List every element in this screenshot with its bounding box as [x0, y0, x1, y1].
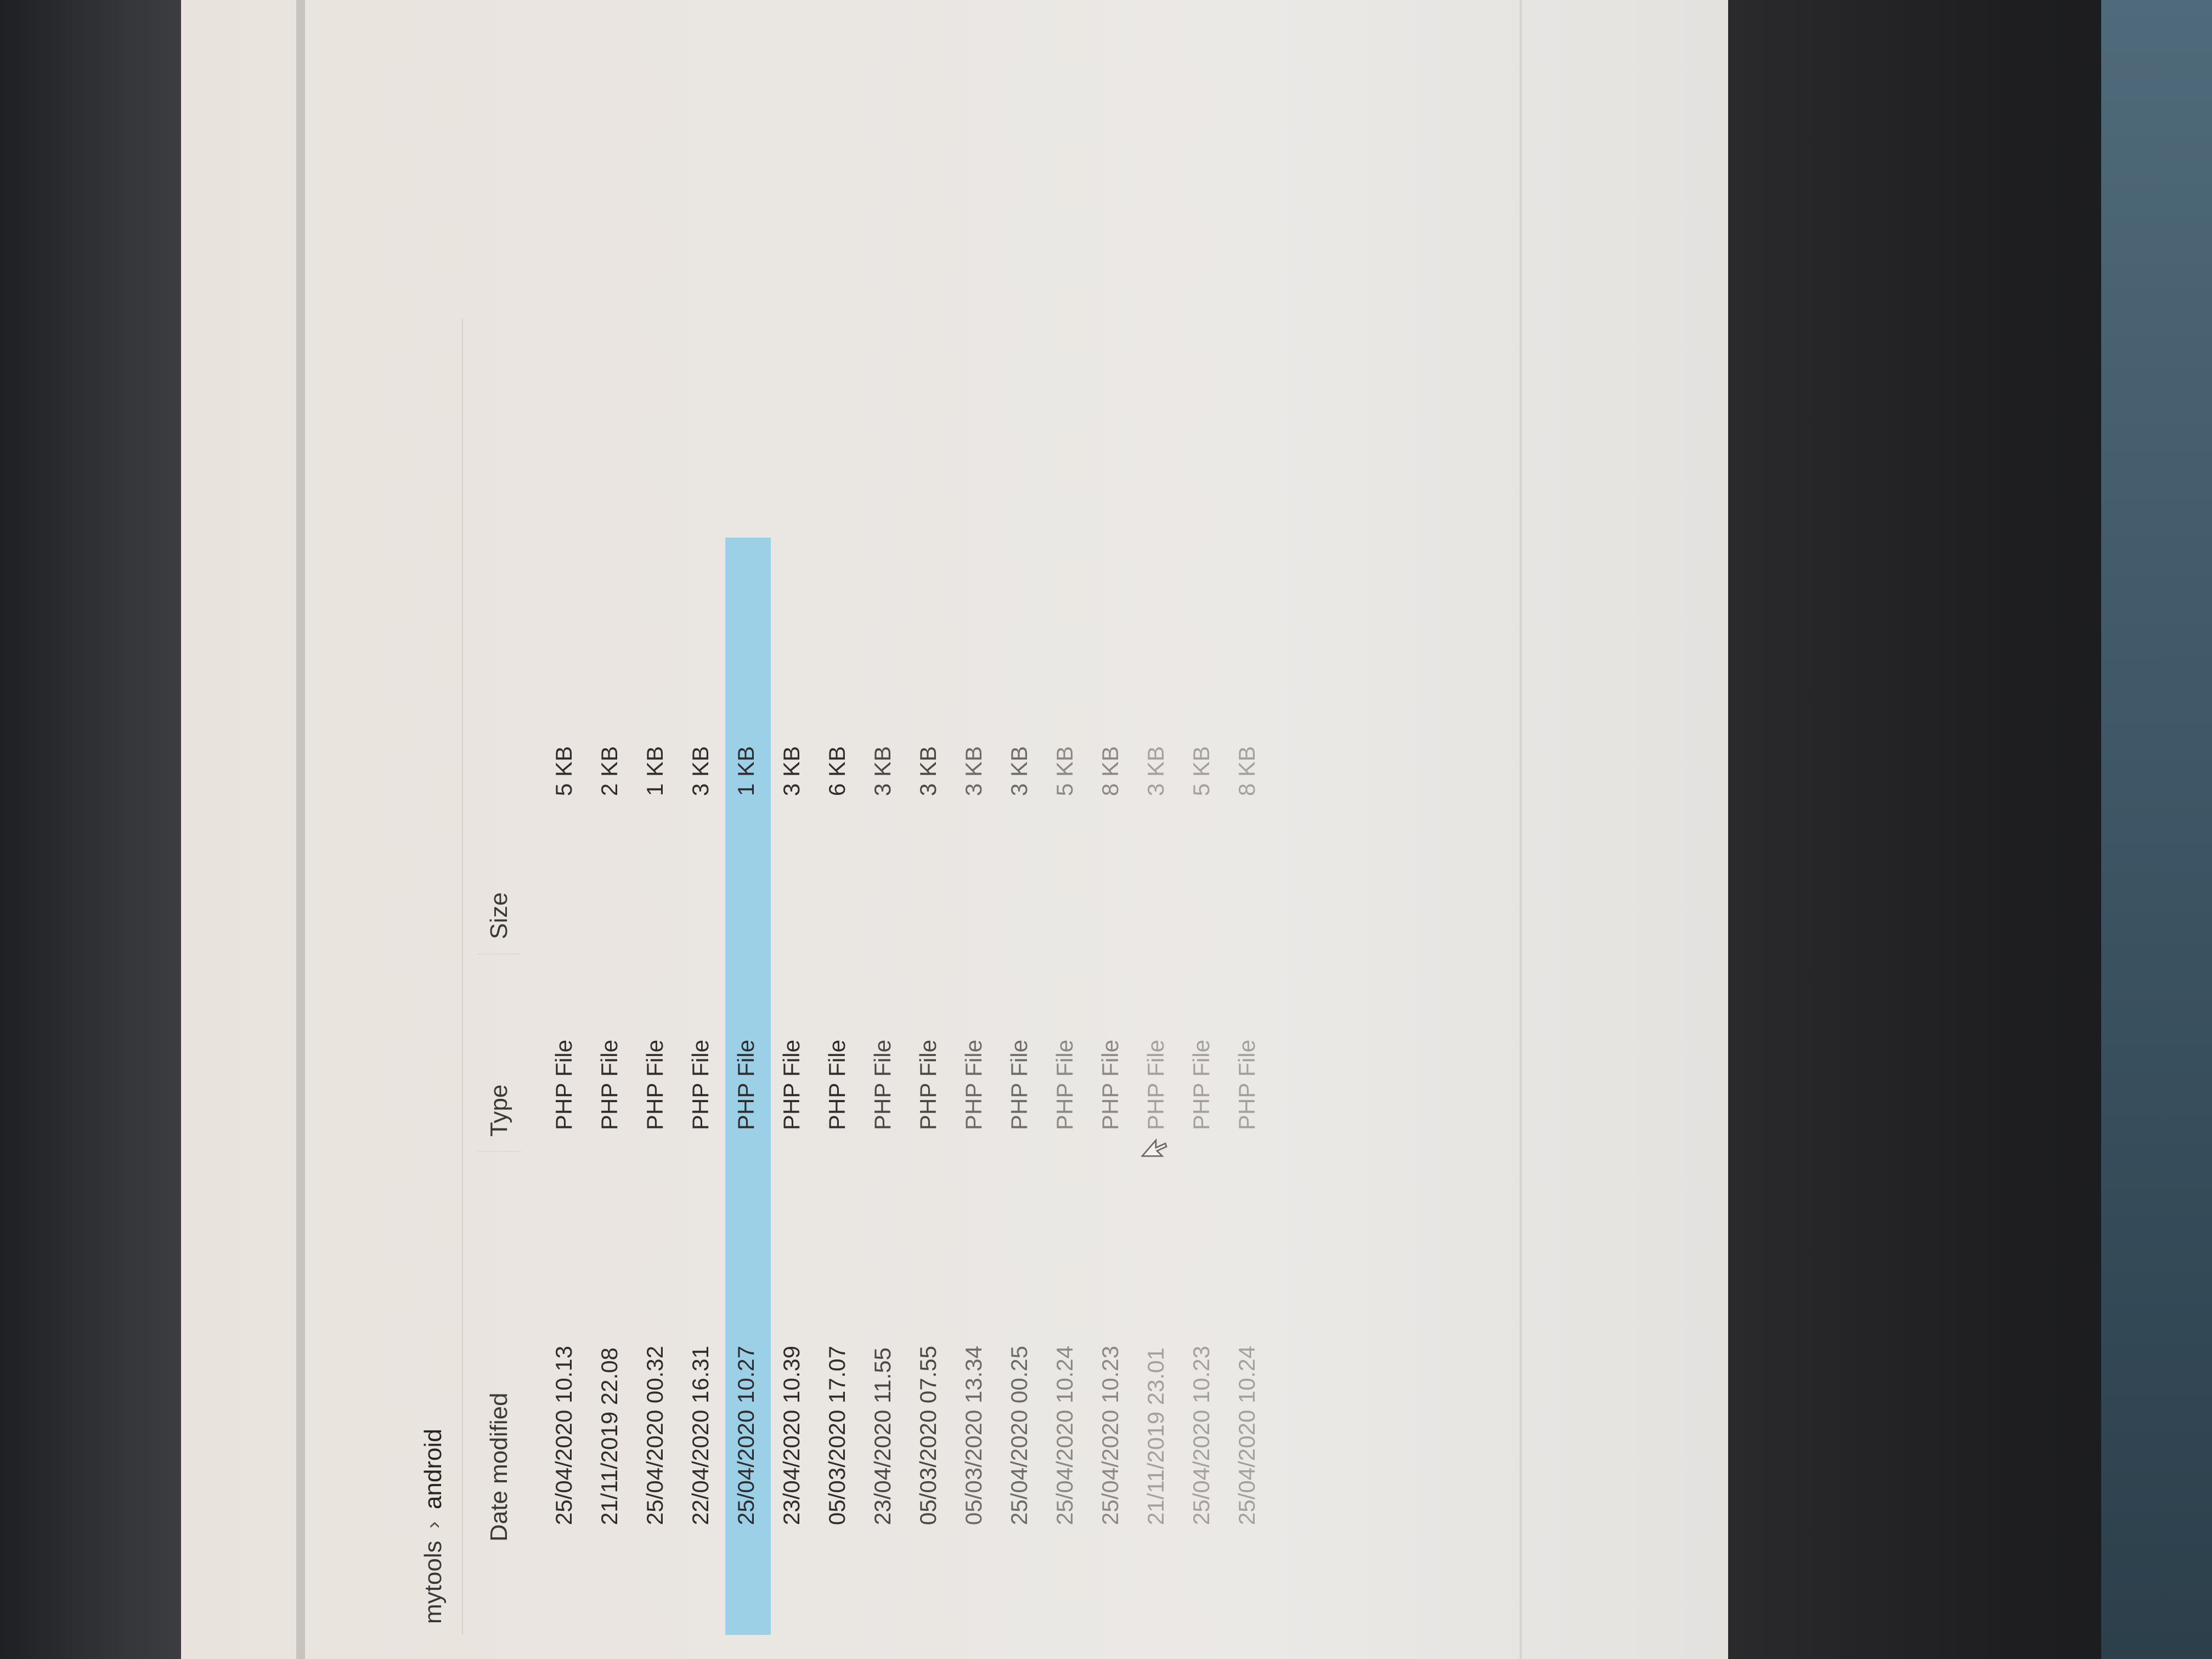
- file-size: 3 KB: [915, 746, 941, 797]
- file-size: 3 KB: [961, 746, 986, 797]
- file-size: 1 KB: [733, 746, 759, 797]
- file-type: PHP File: [870, 1040, 895, 1130]
- file-type: PHP File: [1052, 1040, 1077, 1130]
- file-size: 6 KB: [824, 746, 850, 797]
- file-size: 5 KB: [551, 746, 577, 797]
- file-date-modified: 21/11/2019 23.01: [1143, 1347, 1169, 1525]
- file-row[interactable]: 25/04/2020 10.23 PHP File 5 KB: [1181, 538, 1226, 1635]
- file-date-modified: 05/03/2020 17.07: [824, 1346, 850, 1525]
- file-row[interactable]: 25/04/2020 00.25 PHP File 3 KB: [998, 538, 1044, 1635]
- file-size: 5 KB: [1052, 746, 1077, 797]
- breadcrumb: mytools › android: [411, 1429, 455, 1624]
- file-type: PHP File: [1188, 1040, 1214, 1130]
- file-row[interactable]: 05/03/2020 13.34 PHP File 3 KB: [953, 538, 998, 1635]
- file-row[interactable]: 21/11/2019 23.01 PHP File 3 KB: [1135, 538, 1181, 1635]
- file-type: PHP File: [961, 1040, 986, 1130]
- file-type: PHP File: [1234, 1040, 1260, 1130]
- file-type: PHP File: [824, 1040, 850, 1130]
- file-date-modified: 25/04/2020 10.27: [733, 1346, 759, 1525]
- file-type: PHP File: [551, 1040, 577, 1130]
- file-date-modified: 25/04/2020 00.32: [642, 1346, 668, 1525]
- file-date-modified: 23/04/2020 11.55: [870, 1347, 895, 1525]
- file-type: PHP File: [778, 1040, 804, 1130]
- file-date-modified: 25/04/2020 10.13: [551, 1346, 577, 1525]
- file-row[interactable]: 05/03/2020 07.55 PHP File 3 KB: [907, 538, 953, 1635]
- window-edge: [1520, 0, 1522, 1659]
- file-row[interactable]: 25/04/2020 10.23 PHP File 8 KB: [1090, 538, 1135, 1635]
- divider: [462, 318, 463, 1635]
- monitor-bezel-left: [0, 0, 181, 1659]
- file-date-modified: 25/04/2020 10.24: [1234, 1346, 1260, 1525]
- file-date-modified: 05/03/2020 13.34: [961, 1346, 986, 1525]
- file-size: 2 KB: [596, 746, 622, 797]
- file-size: 3 KB: [687, 746, 713, 797]
- file-date-modified: 25/04/2020 00.25: [1006, 1346, 1032, 1525]
- file-list: 25/04/2020 10.13 PHP File 5 KB 21/11/2019 2…: [543, 538, 1272, 1635]
- file-row[interactable]: 25/04/2020 10.27 PHP File 1 KB: [725, 538, 771, 1635]
- file-type: PHP File: [1006, 1040, 1032, 1130]
- breadcrumb-separator-icon[interactable]: ›: [421, 1521, 446, 1528]
- file-date-modified: 23/04/2020 10.39: [778, 1346, 804, 1525]
- file-row[interactable]: 05/03/2020 17.07 PHP File 6 KB: [816, 538, 862, 1635]
- file-size: 8 KB: [1097, 746, 1123, 797]
- file-row[interactable]: 25/04/2020 10.24 PHP File 8 KB: [1226, 538, 1272, 1635]
- window-border: [296, 0, 305, 1659]
- file-size: 3 KB: [870, 746, 895, 797]
- file-type: PHP File: [915, 1040, 941, 1130]
- file-size: 1 KB: [642, 746, 668, 797]
- file-date-modified: 22/04/2020 16.31: [687, 1346, 713, 1525]
- file-type: PHP File: [1097, 1040, 1123, 1130]
- file-row[interactable]: 25/04/2020 00.32 PHP File 1 KB: [634, 538, 680, 1635]
- file-row[interactable]: 22/04/2020 16.31 PHP File 3 KB: [680, 538, 725, 1635]
- file-row[interactable]: 25/04/2020 10.24 PHP File 5 KB: [1044, 538, 1090, 1635]
- screen: mytools › android Date modified Type Siz…: [181, 0, 1728, 1659]
- file-row[interactable]: 23/04/2020 11.55 PHP File 3 KB: [862, 538, 907, 1635]
- file-date-modified: 25/04/2020 10.23: [1188, 1346, 1214, 1525]
- file-type: PHP File: [642, 1040, 668, 1130]
- file-row[interactable]: 25/04/2020 10.13 PHP File 5 KB: [543, 538, 589, 1635]
- file-size: 3 KB: [1006, 746, 1032, 797]
- breadcrumb-current[interactable]: android: [420, 1429, 447, 1509]
- file-date-modified: 25/04/2020 10.23: [1097, 1346, 1123, 1525]
- file-row[interactable]: 23/04/2020 10.39 PHP File 3 KB: [771, 538, 816, 1635]
- file-type: PHP File: [687, 1040, 713, 1130]
- desk-background: [2101, 0, 2212, 1659]
- file-size: 3 KB: [778, 746, 804, 797]
- breadcrumb-parent[interactable]: mytools: [420, 1541, 447, 1624]
- file-explorer-window: mytools › android Date modified Type Siz…: [411, 318, 1454, 1635]
- column-header-size[interactable]: Size: [477, 742, 521, 955]
- file-type: PHP File: [733, 1040, 759, 1130]
- mouse-cursor-icon: [1141, 1138, 1167, 1157]
- file-row[interactable]: 21/11/2019 22.08 PHP File 2 KB: [589, 538, 634, 1635]
- file-size: 8 KB: [1234, 746, 1260, 797]
- file-size: 5 KB: [1188, 746, 1214, 797]
- file-date-modified: 25/04/2020 10.24: [1052, 1346, 1077, 1525]
- photo-frame: mytools › android Date modified Type Siz…: [0, 0, 2212, 1659]
- file-date-modified: 21/11/2019 22.08: [596, 1347, 622, 1525]
- file-date-modified: 05/03/2020 07.55: [915, 1346, 941, 1525]
- file-type: PHP File: [596, 1040, 622, 1130]
- file-size: 3 KB: [1143, 746, 1169, 797]
- file-type: PHP File: [1143, 1040, 1169, 1130]
- column-header-date-modified[interactable]: Date modified: [477, 1158, 521, 1542]
